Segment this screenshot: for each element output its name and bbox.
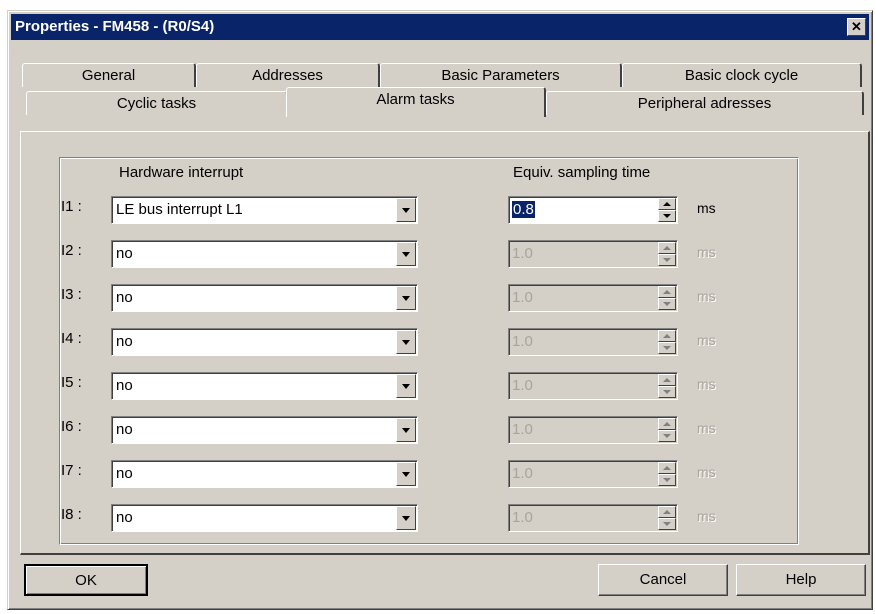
unit-label: ms xyxy=(697,200,716,216)
sampling-time-value: 1.0 xyxy=(512,289,533,306)
sampling-time-value[interactable]: 0.8 xyxy=(512,201,535,218)
dropdown-arrow-icon[interactable] xyxy=(396,242,416,266)
spin-up-icon xyxy=(658,462,676,474)
interrupt-value: no xyxy=(116,509,133,526)
interrupt-value: no xyxy=(116,245,133,262)
tab-general[interactable]: General xyxy=(22,63,196,87)
tab-cyclic-tasks[interactable]: Cyclic tasks xyxy=(26,91,288,115)
sampling-time-spinner-i3: 1.0 xyxy=(508,284,678,312)
dropdown-arrow-icon[interactable] xyxy=(396,198,416,222)
tab-basic-parameters[interactable]: Basic Parameters xyxy=(380,63,622,87)
row-label-i7: I7 : xyxy=(61,462,82,479)
spin-down-icon xyxy=(658,474,676,486)
dropdown-arrow-icon[interactable] xyxy=(396,330,416,354)
alarm-tasks-panel: Hardware interrupt Equiv. sampling time … xyxy=(20,131,870,555)
row-label-i8: I8 : xyxy=(61,506,82,523)
unit-label: ms xyxy=(697,508,716,524)
interrupt-value: no xyxy=(116,333,133,350)
interrupt-select-i2[interactable]: no xyxy=(111,240,418,268)
interrupt-select-i7[interactable]: no xyxy=(111,460,418,488)
interrupt-select-i6[interactable]: no xyxy=(111,416,418,444)
sampling-time-value: 1.0 xyxy=(512,377,533,394)
tab-peripheral-adresses[interactable]: Peripheral adresses xyxy=(546,91,864,115)
interrupt-value: no xyxy=(116,421,133,438)
sampling-time-spinner-i6: 1.0 xyxy=(508,416,678,444)
ok-button[interactable]: OK xyxy=(24,564,148,596)
sampling-time-value: 1.0 xyxy=(512,333,533,350)
spin-up-icon[interactable] xyxy=(658,198,676,210)
tab-alarm-tasks[interactable]: Alarm tasks xyxy=(286,87,546,117)
hardware-interrupt-header: Hardware interrupt xyxy=(119,164,244,181)
tab-addresses[interactable]: Addresses xyxy=(196,63,380,87)
unit-label: ms xyxy=(697,332,716,348)
unit-label: ms xyxy=(697,376,716,392)
row-label-i4: I4 : xyxy=(61,330,82,347)
spin-down-icon xyxy=(658,386,676,398)
spin-up-icon xyxy=(658,506,676,518)
row-label-i2: I2 : xyxy=(61,242,82,259)
sampling-time-value: 1.0 xyxy=(512,245,533,262)
interrupt-select-i5[interactable]: no xyxy=(111,372,418,400)
interrupt-value: no xyxy=(116,289,133,306)
spin-up-icon xyxy=(658,330,676,342)
spin-down-icon[interactable] xyxy=(658,210,676,222)
interrupt-value: LE bus interrupt L1 xyxy=(116,201,243,218)
dropdown-arrow-icon[interactable] xyxy=(396,374,416,398)
row-label-i1: I1 : xyxy=(61,198,82,215)
unit-label: ms xyxy=(697,420,716,436)
dropdown-arrow-icon[interactable] xyxy=(396,462,416,486)
interrupt-select-i4[interactable]: no xyxy=(111,328,418,356)
spin-up-icon xyxy=(658,286,676,298)
spin-down-icon xyxy=(658,518,676,530)
window-title: Properties - FM458 - (R0/S4) xyxy=(15,18,215,35)
interrupt-value: no xyxy=(116,465,133,482)
spin-down-icon xyxy=(658,430,676,442)
sampling-time-value: 1.0 xyxy=(512,421,533,438)
cancel-button[interactable]: Cancel xyxy=(598,564,728,596)
sampling-time-spinner-i4: 1.0 xyxy=(508,328,678,356)
dropdown-arrow-icon[interactable] xyxy=(396,286,416,310)
sampling-time-header: Equiv. sampling time xyxy=(513,164,651,181)
interrupt-select-i8[interactable]: no xyxy=(111,504,418,532)
sampling-time-spinner-i8: 1.0 xyxy=(508,504,678,532)
interrupt-select-i1[interactable]: LE bus interrupt L1 xyxy=(111,196,418,224)
dropdown-arrow-icon[interactable] xyxy=(396,506,416,530)
row-label-i3: I3 : xyxy=(61,286,82,303)
interrupt-value: no xyxy=(116,377,133,394)
sampling-time-spinner-i7: 1.0 xyxy=(508,460,678,488)
properties-dialog: Properties - FM458 - (R0/S4) ✕ General A… xyxy=(7,10,873,610)
spin-down-icon xyxy=(658,342,676,354)
close-button[interactable]: ✕ xyxy=(847,18,866,36)
spin-down-icon xyxy=(658,254,676,266)
interrupt-select-i3[interactable]: no xyxy=(111,284,418,312)
sampling-time-spinner-i1[interactable]: 0.8 xyxy=(508,196,678,224)
sampling-time-value: 1.0 xyxy=(512,465,533,482)
spin-up-icon xyxy=(658,374,676,386)
spin-down-icon xyxy=(658,298,676,310)
unit-label: ms xyxy=(697,244,716,260)
row-label-i5: I5 : xyxy=(61,374,82,391)
sampling-time-spinner-i2: 1.0 xyxy=(508,240,678,268)
unit-label: ms xyxy=(697,288,716,304)
tab-basic-clock-cycle[interactable]: Basic clock cycle xyxy=(622,63,862,87)
title-bar: Properties - FM458 - (R0/S4) ✕ xyxy=(11,14,869,40)
spin-up-icon xyxy=(658,418,676,430)
sampling-time-value: 1.0 xyxy=(512,509,533,526)
help-button[interactable]: Help xyxy=(736,564,866,596)
spin-up-icon xyxy=(658,242,676,254)
row-label-i6: I6 : xyxy=(61,418,82,435)
unit-label: ms xyxy=(697,464,716,480)
sampling-time-spinner-i5: 1.0 xyxy=(508,372,678,400)
dropdown-arrow-icon[interactable] xyxy=(396,418,416,442)
